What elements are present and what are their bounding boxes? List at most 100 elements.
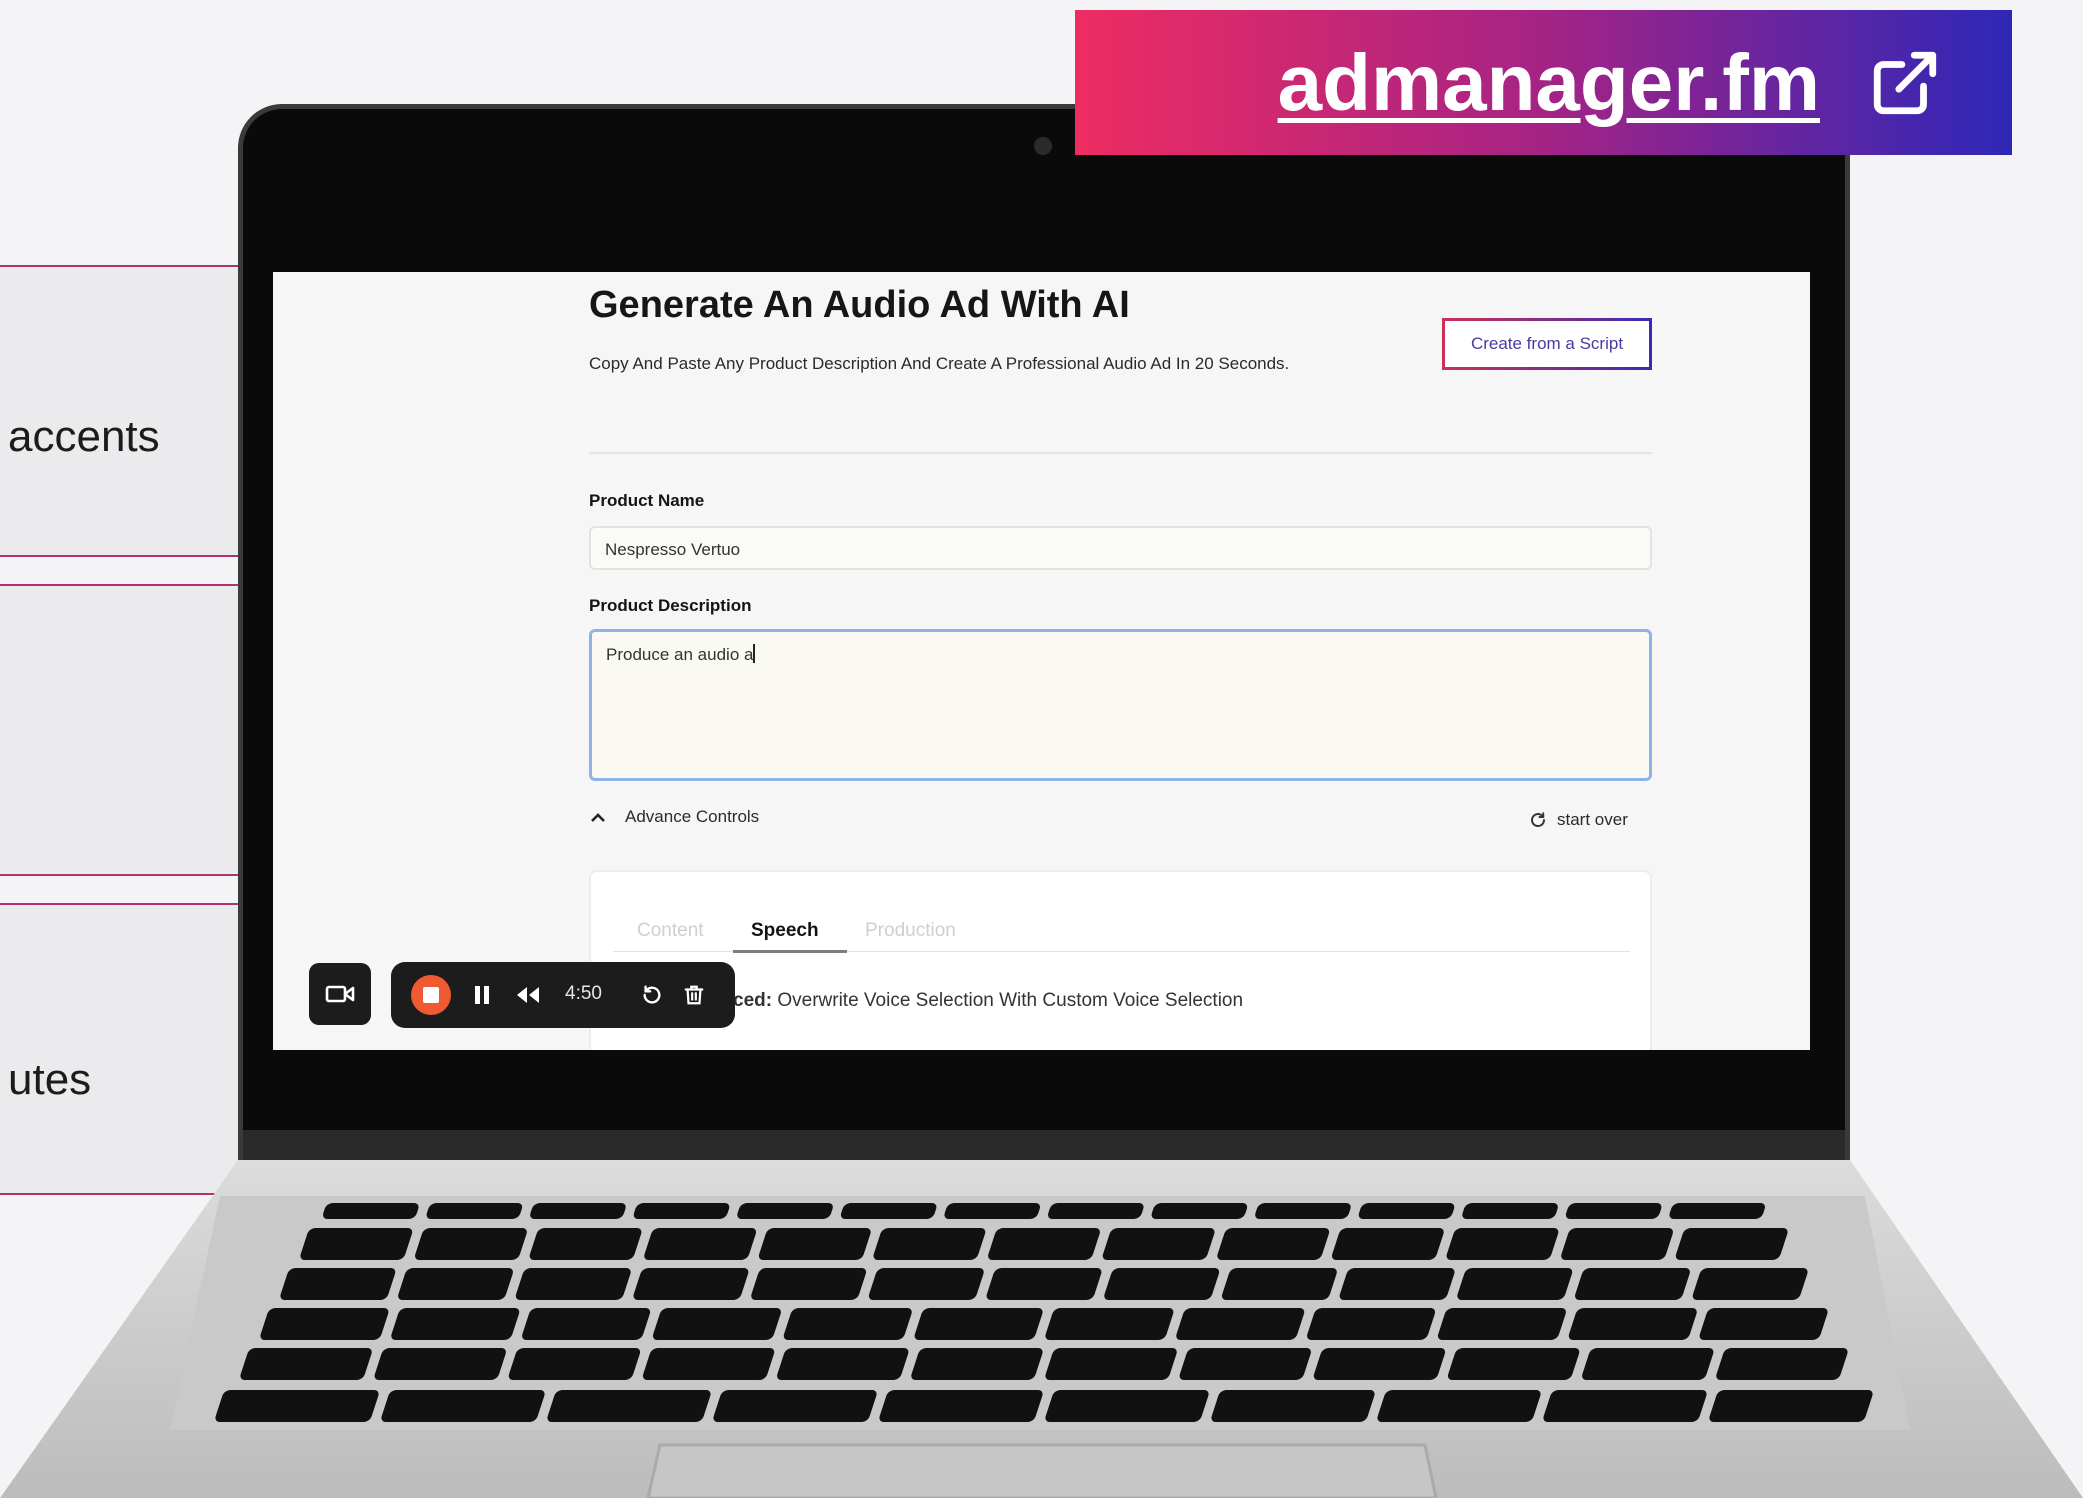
keyboard-key	[374, 1348, 506, 1380]
keyboard-key	[1151, 1203, 1248, 1219]
keyboard-key	[1358, 1203, 1455, 1219]
keyboard-key	[1313, 1348, 1446, 1380]
keyboard-key	[381, 1390, 545, 1422]
keyboard-key	[783, 1308, 912, 1340]
camera-toggle-button[interactable]	[309, 963, 371, 1025]
page-title: Generate An Audio Ad With AI	[589, 284, 1130, 326]
advance-controls-panel: Content Speech Production ced: Overwrite…	[589, 870, 1652, 1050]
keyboard-key	[1045, 1308, 1174, 1340]
keyboard-key	[1437, 1308, 1566, 1340]
keyboard-key	[1255, 1203, 1351, 1219]
keyboard-key	[1692, 1268, 1808, 1300]
product-description-label: Product Description	[589, 596, 752, 615]
keyboard-key	[240, 1348, 372, 1380]
keyboard-key	[215, 1390, 379, 1422]
keyboard-key	[1331, 1228, 1444, 1260]
recording-timer: 4:50	[565, 983, 602, 1004]
keyboard-key	[868, 1268, 984, 1300]
text-caret	[753, 644, 756, 663]
keyboard-key	[530, 1203, 626, 1219]
external-link-icon[interactable]	[1868, 46, 1942, 120]
start-over-label: start over	[1557, 810, 1628, 829]
keyboard-key	[1104, 1268, 1220, 1300]
chevron-up-icon	[591, 813, 605, 822]
product-description-input[interactable]: Produce an audio a	[589, 629, 1652, 781]
tab-production[interactable]: Production	[865, 920, 956, 942]
rewind-icon[interactable]	[515, 984, 541, 1006]
keyboard-key	[1568, 1308, 1697, 1340]
restart-icon[interactable]	[641, 984, 663, 1006]
stop-recording-button[interactable]	[411, 975, 451, 1015]
start-over-button[interactable]: start over	[1529, 810, 1628, 830]
page-subtitle: Copy And Paste Any Product Description A…	[589, 354, 1290, 373]
keyboard-key	[300, 1228, 413, 1260]
advance-controls-label: Advance Controls	[625, 807, 760, 826]
keyboard-key	[1045, 1348, 1177, 1380]
recording-toolbar: 4:50	[391, 962, 735, 1028]
keyboard-key	[280, 1268, 396, 1300]
keyboard-key	[508, 1348, 641, 1380]
keyboard-key	[1217, 1228, 1330, 1260]
keyboard-key	[1221, 1268, 1337, 1300]
keyboard-key	[323, 1203, 419, 1219]
keyboard-key	[1339, 1268, 1455, 1300]
app-screen: Generate An Audio Ad With AI Copy And Pa…	[273, 272, 1810, 1050]
divider	[589, 452, 1652, 454]
keyboard-key	[547, 1390, 711, 1422]
keyboard-key	[522, 1308, 651, 1340]
keyboard-key	[644, 1228, 757, 1260]
keyboard-key	[1102, 1228, 1215, 1260]
keyboard-key	[1045, 1390, 1209, 1422]
brand-banner: admanager.fm	[1075, 10, 2012, 155]
video-camera-icon	[325, 985, 355, 1003]
keyboard-key	[1446, 1228, 1559, 1260]
keyboard-key	[1377, 1390, 1541, 1422]
keyboard-key	[1582, 1348, 1714, 1380]
keyboard-key	[652, 1308, 781, 1340]
keyboard-key	[633, 1203, 730, 1219]
product-description-text: Produce an audio a	[606, 645, 754, 664]
keyboard-key	[1307, 1308, 1436, 1340]
keyboard-key	[737, 1203, 833, 1219]
keyboard-key	[515, 1268, 631, 1300]
advance-controls-toggle[interactable]: Advance Controls	[589, 807, 759, 827]
keyboard-key	[1669, 1203, 1765, 1219]
keyboard-key	[1716, 1348, 1848, 1380]
pause-icon[interactable]	[473, 984, 491, 1006]
keyboard-key	[529, 1228, 642, 1260]
keyboard-key	[758, 1228, 871, 1260]
keyboard-key	[1543, 1390, 1707, 1422]
keyboard-key	[1675, 1228, 1788, 1260]
keyboard-key	[415, 1228, 527, 1260]
admanager-link[interactable]: admanager.fm	[1278, 37, 1820, 129]
keyboard-key	[911, 1348, 1043, 1380]
keyboard-key	[713, 1390, 877, 1422]
keyboard-key	[1699, 1308, 1828, 1340]
advanced-voice-option[interactable]: ced: Overwrite Voice Selection With Cust…	[733, 990, 1243, 1012]
product-name-input[interactable]: Nespresso Vertuo	[589, 526, 1652, 570]
keyboard-key	[1176, 1308, 1305, 1340]
keyboard-key	[426, 1203, 523, 1219]
keyboard-key	[944, 1203, 1040, 1219]
create-from-script-button[interactable]: Create from a Script	[1442, 318, 1652, 370]
product-name-label: Product Name	[589, 491, 705, 510]
advanced-description: Overwrite Voice Selection With Custom Vo…	[772, 990, 1244, 1011]
keyboard-key	[1179, 1348, 1311, 1380]
advanced-prefix: ced:	[733, 990, 773, 1011]
keyboard-key	[914, 1308, 1043, 1340]
keyboard-key	[1447, 1348, 1580, 1380]
refresh-icon	[1531, 812, 1545, 827]
tab-content[interactable]: Content	[637, 920, 704, 942]
keyboard-key	[260, 1308, 389, 1340]
trash-icon[interactable]	[683, 984, 705, 1006]
keyboard-key	[988, 1228, 1100, 1260]
keyboard-key	[777, 1348, 909, 1380]
stop-icon	[423, 987, 439, 1003]
keyboard-key	[1457, 1268, 1573, 1300]
keyboard-key	[1211, 1390, 1375, 1422]
keyboard-key	[986, 1268, 1102, 1300]
keyboard-key	[879, 1390, 1043, 1422]
keyboard-key	[633, 1268, 749, 1300]
keyboard-key	[1561, 1228, 1673, 1260]
tab-speech[interactable]: Speech	[751, 920, 819, 942]
